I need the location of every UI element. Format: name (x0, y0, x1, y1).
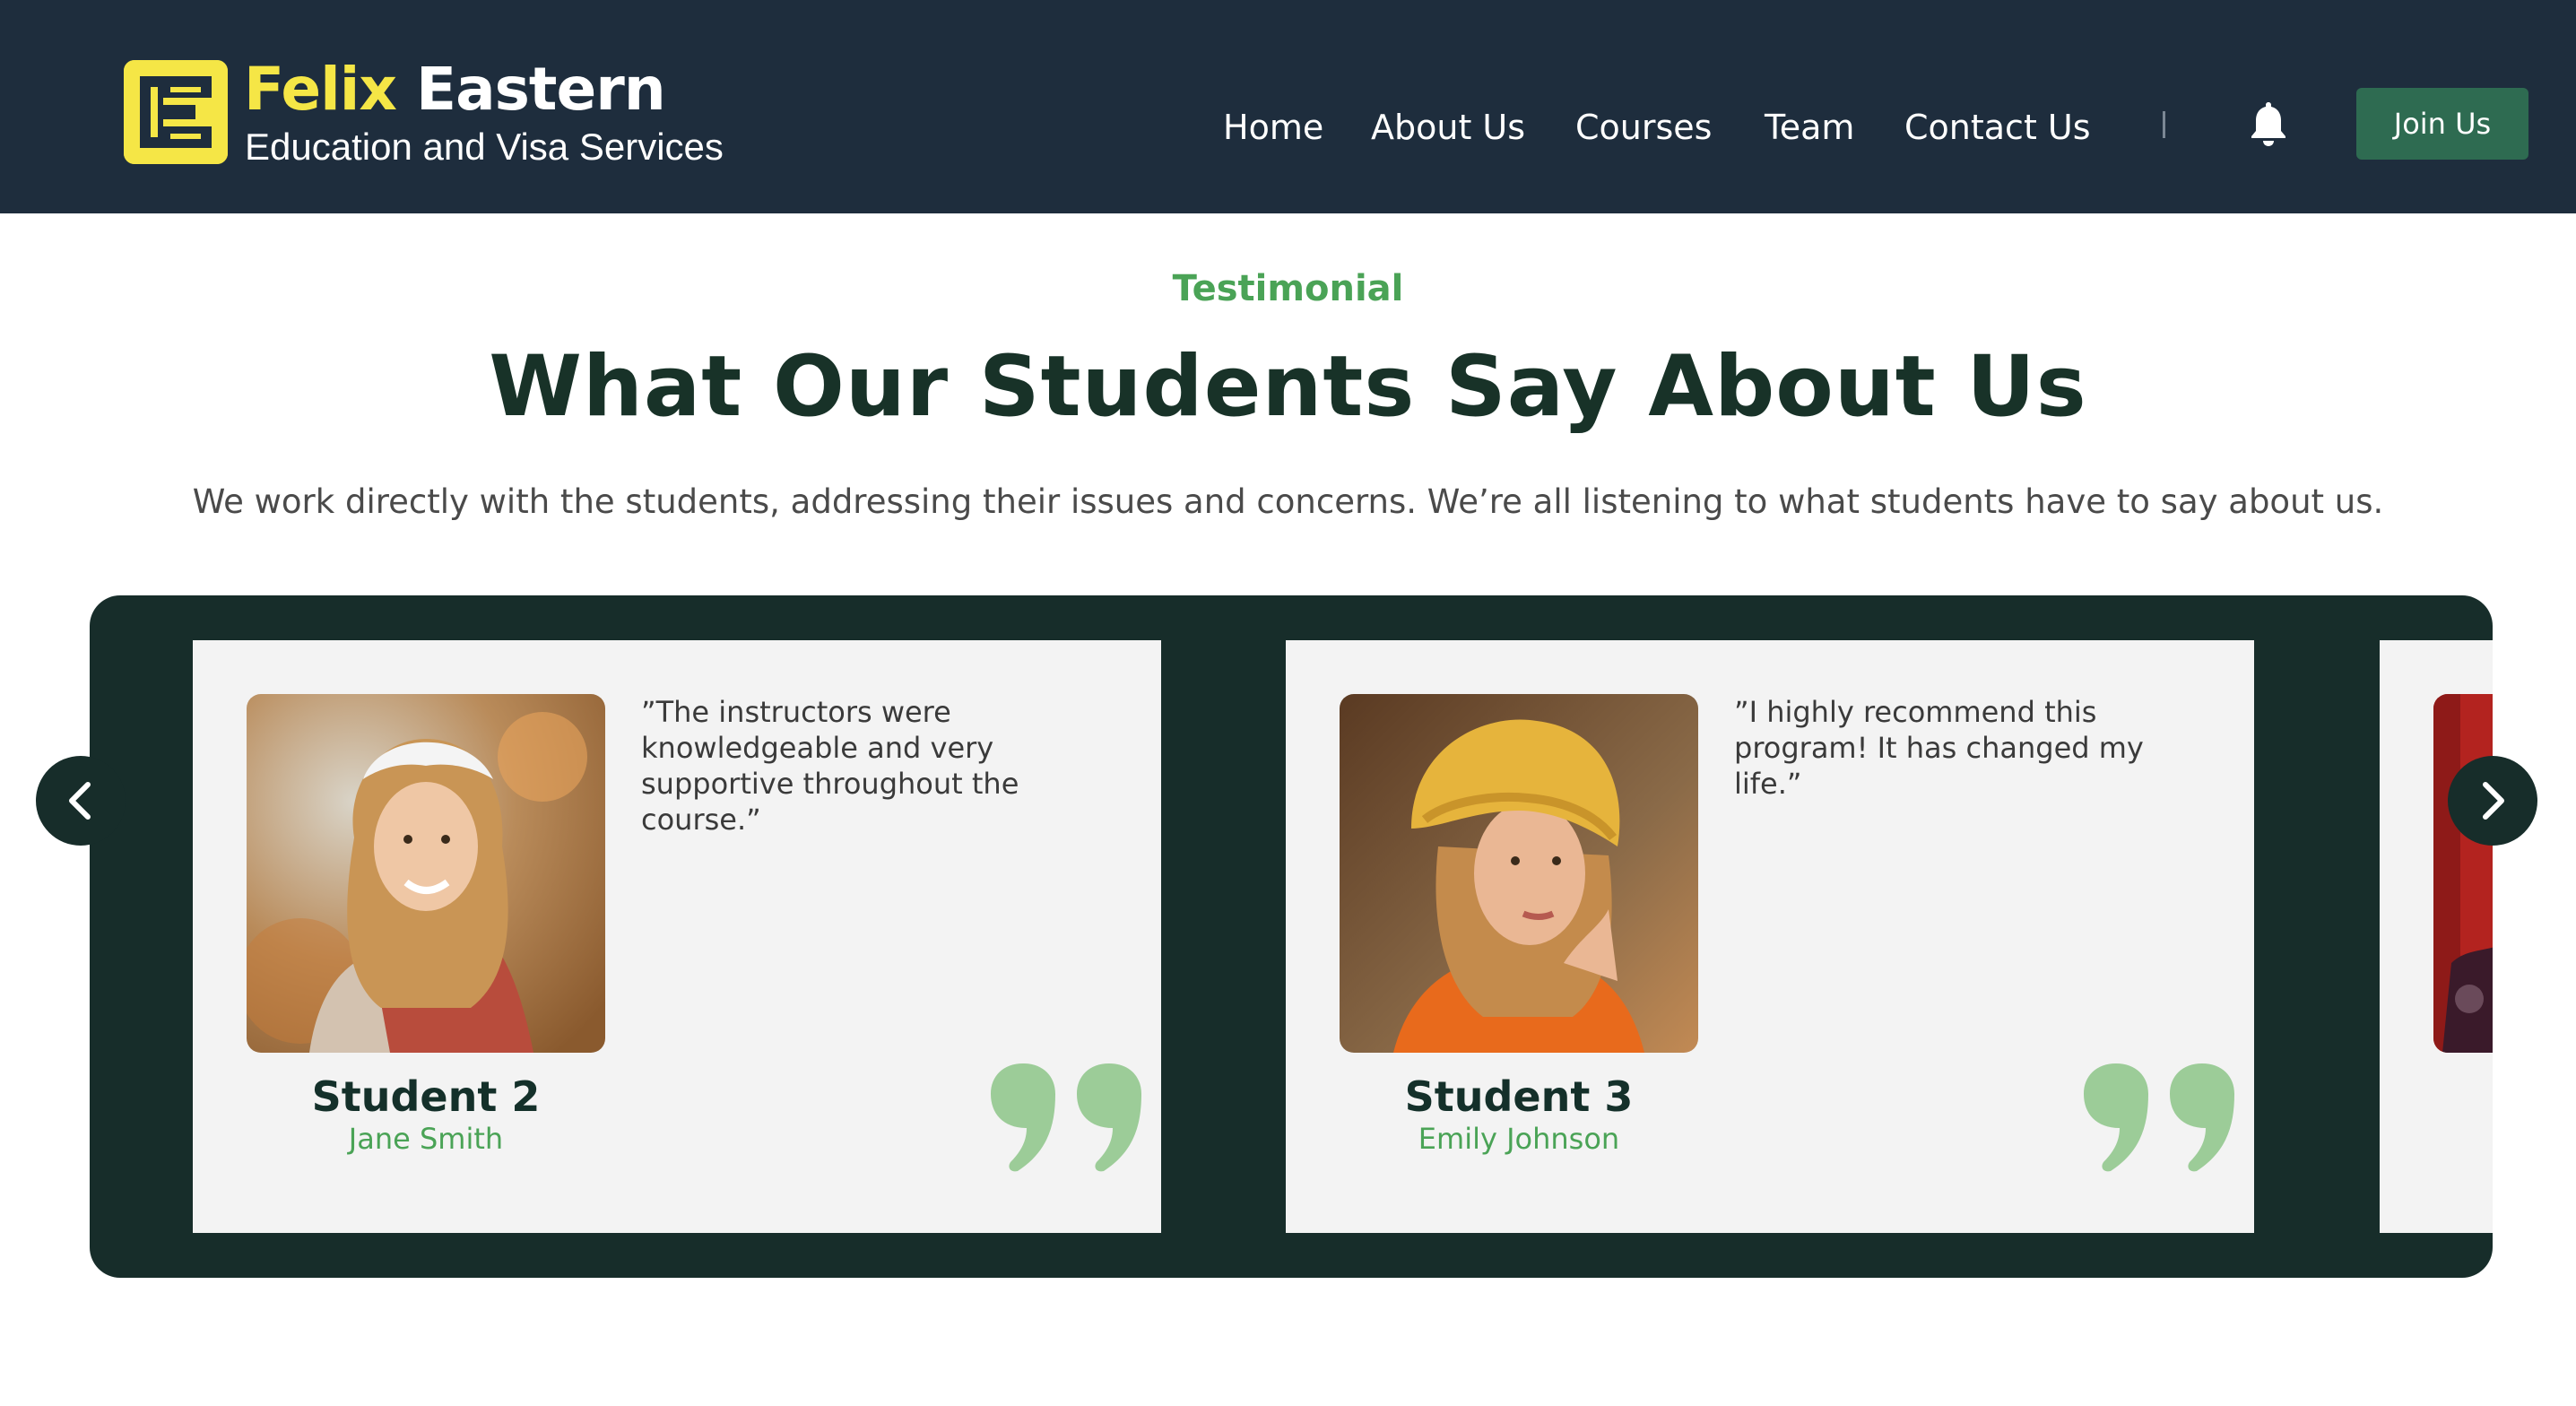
testimonial-card-partial (2380, 640, 2493, 1233)
testimonial-card: ”The instructors were knowledgeable and … (193, 640, 1161, 1233)
brand-word-eastern: Eastern (415, 55, 666, 124)
student-title: Student 3 (1404, 1072, 1634, 1121)
prev-slide-button[interactable] (36, 756, 126, 846)
logo-e-icon (124, 60, 228, 164)
quote-mark-icon (2084, 1062, 2238, 1173)
bell-icon[interactable] (2242, 97, 2295, 151)
chevron-left-icon (69, 782, 91, 820)
nav-about-us[interactable]: About Us (1371, 106, 1525, 149)
nav-divider (2163, 111, 2165, 138)
brand-tagline: Education and Visa Services (245, 126, 724, 168)
chevron-right-icon (2483, 782, 2504, 820)
section-title: What Our Students Say About Us (489, 338, 2087, 436)
nav-courses[interactable]: Courses (1575, 106, 1712, 149)
section-eyebrow: Testimonial (1172, 268, 1404, 309)
student-name: Jane Smith (348, 1122, 504, 1156)
brand-word-felix: Felix (244, 55, 397, 124)
testimonial-quote: ”I highly recommend this program! It has… (1734, 695, 2144, 801)
testimonial-quote: ”The instructors were knowledgeable and … (641, 695, 1019, 837)
logo-icon[interactable] (124, 60, 228, 164)
testimonial-slider[interactable]: ”The instructors were knowledgeable and … (90, 595, 2493, 1278)
site-header: Felix Eastern Education and Visa Service… (0, 0, 2576, 213)
testimonial-card: ”I highly recommend this program! It has… (1286, 640, 2254, 1233)
brand-name[interactable]: Felix Eastern (244, 54, 666, 126)
student-photo (1340, 694, 1698, 1053)
nav-team[interactable]: Team (1765, 106, 1854, 149)
student-photo (247, 694, 605, 1053)
student-photo (2433, 694, 2493, 1053)
section-subtitle: We work directly with the students, addr… (192, 482, 2384, 521)
nav-contact-us[interactable]: Contact Us (1904, 106, 2091, 149)
quote-mark-icon (991, 1062, 1145, 1173)
student-title: Student 2 (311, 1072, 541, 1121)
student-name: Emily Johnson (1418, 1122, 1620, 1156)
next-slide-button[interactable] (2448, 756, 2537, 846)
nav-home[interactable]: Home (1223, 106, 1323, 149)
join-us-button[interactable]: Join Us (2356, 88, 2528, 160)
